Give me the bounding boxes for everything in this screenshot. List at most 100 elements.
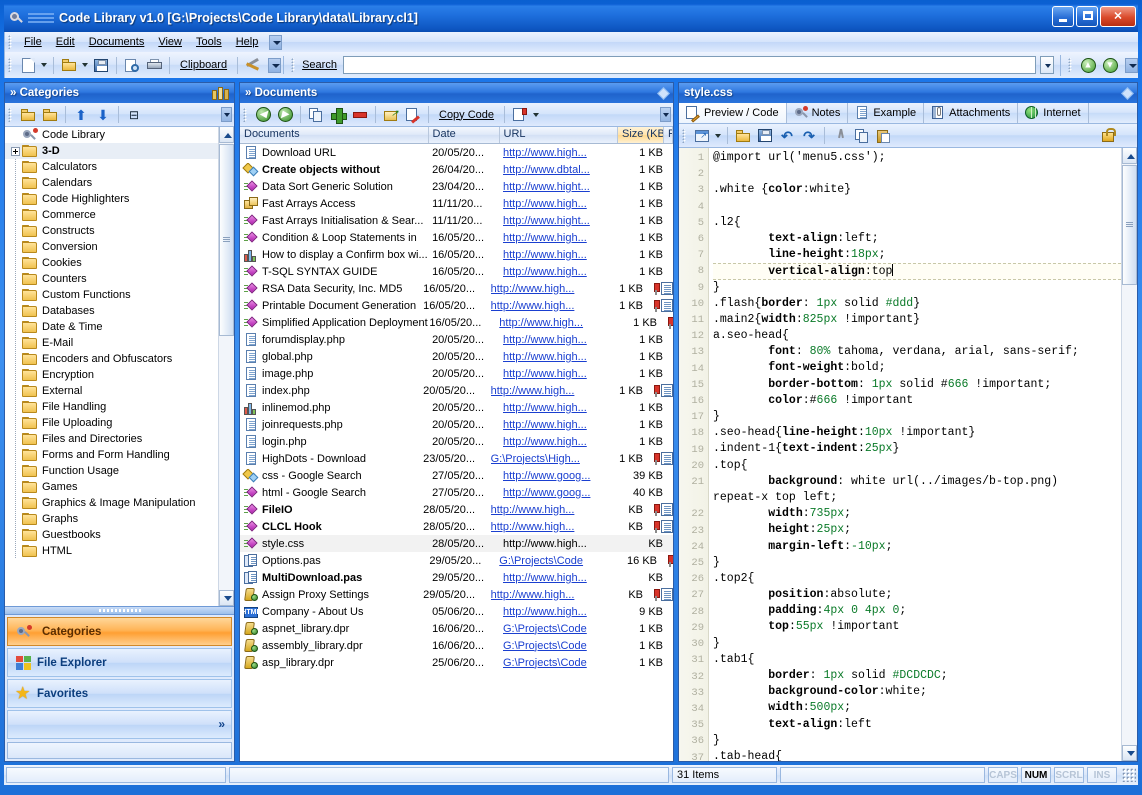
nav-grip[interactable]: [1068, 58, 1074, 72]
print-button[interactable]: [143, 55, 165, 76]
search-grip[interactable]: [291, 58, 298, 72]
sidebar-item-encryption[interactable]: Encryption: [5, 367, 218, 383]
search-dropdown-chevron-down-icon[interactable]: [1040, 56, 1054, 74]
column-header-flag[interactable]: Flag: [664, 127, 674, 143]
open-file-button[interactable]: [732, 125, 754, 146]
table-row[interactable]: Data Sort Generic Solution 23/04/20... htt…: [240, 178, 673, 195]
document-url-link[interactable]: http://www.high...: [491, 385, 575, 397]
navbar-item-categories[interactable]: Categories: [7, 617, 232, 646]
tab-attachments[interactable]: Attachments: [924, 103, 1019, 123]
table-row[interactable]: How to display a Confirm box wi... 16/05/…: [240, 246, 673, 263]
table-row[interactable]: Fast Arrays Initialisation & Sear... 11/1…: [240, 212, 673, 229]
categories-toolbar-chevron-down-icon[interactable]: [221, 107, 232, 122]
sidebar-item-cookies[interactable]: Cookies: [5, 255, 218, 271]
menu-file[interactable]: File: [17, 34, 49, 50]
sidebar-item-3-d[interactable]: 3-D: [5, 143, 218, 159]
forward-button[interactable]: ▶: [274, 104, 296, 125]
sidebar-item-forms-and-form-handling[interactable]: Forms and Form Handling: [5, 447, 218, 463]
code-toolbar-grip[interactable]: [682, 128, 688, 143]
move-down-button[interactable]: ⬇: [92, 104, 114, 125]
table-row[interactable]: MultiDownload.pas 29/05/20... http://www.h…: [240, 569, 673, 586]
navbar-item-favorites[interactable]: ★ Favorites: [7, 679, 232, 708]
sidebar-item-date-time[interactable]: Date & Time: [5, 319, 218, 335]
table-row[interactable]: Simplified Application Deployment 16/05/2…: [240, 314, 673, 331]
sidebar-item-html[interactable]: HTML: [5, 543, 218, 559]
open-dropdown[interactable]: [80, 55, 90, 76]
document-url-link[interactable]: G:\Projects\Code: [503, 640, 587, 652]
sidebar-item-graphs[interactable]: Graphs: [5, 511, 218, 527]
table-row[interactable]: assembly_library.dpr 16/06/20... G:\Projec…: [240, 637, 673, 654]
duplicate-button[interactable]: [305, 104, 327, 125]
remove-document-button[interactable]: [349, 104, 371, 125]
editor-scroll-thumb[interactable]: [1122, 165, 1137, 285]
document-url-link[interactable]: G:\Projects\High...: [491, 453, 580, 465]
tree-root-twisty[interactable]: [9, 127, 22, 143]
document-url-link[interactable]: http://www.high...: [491, 300, 575, 312]
nav-up-button[interactable]: ▲: [1077, 55, 1099, 76]
sidebar-item-guestbooks[interactable]: Guestbooks: [5, 527, 218, 543]
code-editor[interactable]: 1 2 3 4 5 6 7 8 9 10 11 12 13 14 15 16 17 18 19 20 21 22 23 24…: [679, 148, 1137, 761]
sidebar-item-function-usage[interactable]: Function Usage: [5, 463, 218, 479]
table-row[interactable]: global.php 20/05/20... http://www.high... 1…: [240, 348, 673, 365]
column-header-date[interactable]: Date: [429, 127, 500, 143]
sidebar-item-constructs[interactable]: Constructs: [5, 223, 218, 239]
sidebar-item-calendars[interactable]: Calendars: [5, 175, 218, 191]
scroll-down-button[interactable]: [219, 590, 234, 606]
sidebar-item-calculators[interactable]: Calculators: [5, 159, 218, 175]
documents-toolbar-chevron-down-icon[interactable]: [660, 107, 671, 122]
document-url-link[interactable]: http://www.high...: [503, 368, 587, 380]
table-row[interactable]: HTML Company - About Us 05/06/20... http://…: [240, 603, 673, 620]
sidebar-item-external[interactable]: External: [5, 383, 218, 399]
save-file-button[interactable]: [754, 125, 776, 146]
table-row[interactable]: asp_library.dpr 25/06/20... G:\Projects\Co…: [240, 654, 673, 671]
document-url-link[interactable]: http://www.high...: [503, 351, 587, 363]
undo-button[interactable]: ↶: [776, 125, 798, 146]
document-url-link[interactable]: http://www.dbtal...: [503, 164, 590, 176]
delete-category-button[interactable]: [39, 104, 61, 125]
document-url-link[interactable]: http://www.hight...: [503, 181, 590, 193]
editor-scrollbar[interactable]: [1121, 148, 1137, 761]
maximize-button[interactable]: [1076, 6, 1098, 27]
search-input[interactable]: [342, 56, 1036, 74]
tree-expander[interactable]: [9, 143, 22, 159]
open-external-dropdown[interactable]: [713, 125, 723, 146]
document-url-link[interactable]: http://www.high...: [503, 266, 587, 278]
scroll-up-button[interactable]: [219, 127, 234, 143]
table-row[interactable]: CLCL Hook 28/05/20... http://www.high... KB: [240, 518, 673, 535]
cut-button[interactable]: [829, 125, 851, 146]
document-url-link[interactable]: http://www.hight...: [503, 215, 590, 227]
new-category-button[interactable]: [17, 104, 39, 125]
back-button[interactable]: ◀: [252, 104, 274, 125]
document-url-link[interactable]: http://www.high...: [499, 317, 583, 329]
sidebar-item-custom-functions[interactable]: Custom Functions: [5, 287, 218, 303]
categories-tree[interactable]: Code Library 3-D Calculators Calendars Code …: [5, 127, 234, 606]
open-external-button[interactable]: [691, 125, 713, 146]
table-row[interactable]: css - Google Search 27/05/20... http://www…: [240, 467, 673, 484]
tab-example[interactable]: Example: [848, 103, 925, 123]
navbar-overflow[interactable]: »: [7, 710, 232, 739]
sidebar-item-code-highlighters[interactable]: Code Highlighters: [5, 191, 218, 207]
document-url-link[interactable]: http://www.high...: [503, 232, 587, 244]
table-row[interactable]: aspnet_library.dpr 16/06/20... G:\Projects…: [240, 620, 673, 637]
move-up-button[interactable]: ⬆: [70, 104, 92, 125]
tree-root[interactable]: Code Library: [5, 127, 218, 143]
scroll-thumb[interactable]: [219, 144, 234, 336]
column-header-url[interactable]: URL: [500, 127, 618, 143]
sidebar-item-counters[interactable]: Counters: [5, 271, 218, 287]
minimize-button[interactable]: [1052, 6, 1074, 27]
documents-toolbar-grip[interactable]: [243, 107, 249, 122]
paste-button[interactable]: [873, 125, 895, 146]
sidebar-item-games[interactable]: Games: [5, 479, 218, 495]
document-url-link[interactable]: http://www.high...: [503, 147, 587, 159]
document-url-link[interactable]: http://www.high...: [503, 402, 587, 414]
menu-view[interactable]: View: [151, 34, 189, 50]
document-url-link[interactable]: http://www.high...: [491, 504, 575, 516]
code-text-area[interactable]: @import url('menu5.css'); .white {color:…: [709, 148, 1121, 761]
report-dropdown[interactable]: [531, 104, 541, 125]
table-row[interactable]: joinrequests.php 20/05/20... http://www.hi…: [240, 416, 673, 433]
nav-down-button[interactable]: ▼: [1099, 55, 1121, 76]
print-preview-button[interactable]: [121, 55, 143, 76]
document-url-link[interactable]: http://www.high...: [503, 606, 587, 618]
table-row[interactable]: forumdisplay.php 20/05/20... http://www.hi…: [240, 331, 673, 348]
new-document-button[interactable]: [17, 55, 39, 76]
